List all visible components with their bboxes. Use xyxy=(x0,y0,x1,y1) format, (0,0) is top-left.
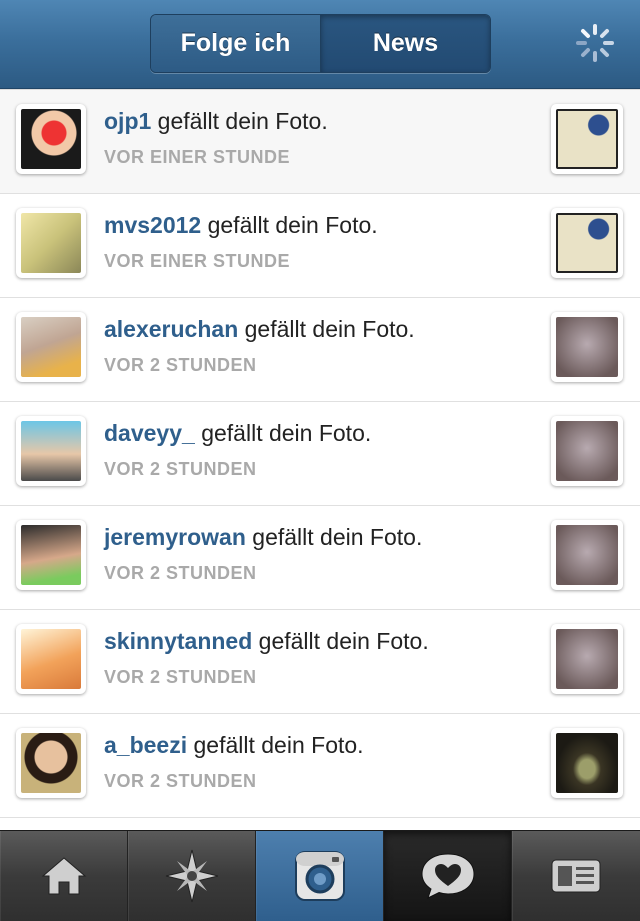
avatar[interactable] xyxy=(16,104,86,174)
avatar[interactable] xyxy=(16,208,86,278)
liked-photo-thumbnail[interactable] xyxy=(551,416,623,486)
activity-text: gefällt dein Foto. xyxy=(157,108,328,134)
avatar[interactable] xyxy=(16,416,86,486)
activity-text: gefällt dein Foto. xyxy=(258,628,429,654)
tab-bar xyxy=(0,830,640,921)
feed-segmented-control: Folge ich News xyxy=(150,14,491,73)
news-activity-list[interactable]: ojp1 gefällt dein Foto. VOR EINER STUNDE… xyxy=(0,89,640,831)
timestamp: VOR 2 STUNDEN xyxy=(104,771,257,791)
profile-icon xyxy=(551,859,601,893)
avatar[interactable] xyxy=(16,312,86,382)
liked-photo-thumbnail[interactable] xyxy=(551,728,623,798)
avatar[interactable] xyxy=(16,520,86,590)
timestamp: VOR 2 STUNDEN xyxy=(104,667,257,687)
username-link[interactable]: ojp1 xyxy=(104,108,151,134)
list-item[interactable]: skinnytanned gefällt dein Foto. VOR 2 ST… xyxy=(0,610,640,714)
timestamp: VOR EINER STUNDE xyxy=(104,251,291,271)
activity-text: gefällt dein Foto. xyxy=(193,732,364,758)
camera-icon xyxy=(294,851,345,901)
list-item[interactable]: daveyy_ gefällt dein Foto. VOR 2 STUNDEN xyxy=(0,402,640,506)
avatar[interactable] xyxy=(16,728,86,798)
segment-news[interactable]: News xyxy=(321,15,490,72)
username-link[interactable]: daveyy_ xyxy=(104,420,195,446)
list-item[interactable]: mvs2012 gefällt dein Foto. VOR EINER STU… xyxy=(0,194,640,298)
activity-text: gefällt dein Foto. xyxy=(252,524,423,550)
list-item[interactable]: jeremyrowan gefällt dein Foto. VOR 2 STU… xyxy=(0,506,640,610)
activity-text: gefällt dein Foto. xyxy=(244,316,415,342)
liked-photo-thumbnail[interactable] xyxy=(551,520,623,590)
tab-news[interactable] xyxy=(384,831,512,921)
activity-text: gefällt dein Foto. xyxy=(207,212,378,238)
timestamp: VOR 2 STUNDEN xyxy=(104,355,257,375)
list-item[interactable]: ojp1 gefällt dein Foto. VOR EINER STUNDE xyxy=(0,90,640,194)
timestamp: VOR EINER STUNDE xyxy=(104,147,291,167)
top-bar: Folge ich News xyxy=(0,0,640,89)
home-icon xyxy=(41,857,86,895)
liked-photo-thumbnail[interactable] xyxy=(551,312,623,382)
news-heart-icon xyxy=(420,853,475,899)
loading-spinner-icon xyxy=(576,24,614,62)
list-item[interactable]: alexeruchan gefällt dein Foto. VOR 2 STU… xyxy=(0,298,640,402)
explore-icon xyxy=(165,849,218,903)
username-link[interactable]: jeremyrowan xyxy=(104,524,246,550)
liked-photo-thumbnail[interactable] xyxy=(551,624,623,694)
liked-photo-thumbnail[interactable] xyxy=(551,104,623,174)
username-link[interactable]: a_beezi xyxy=(104,732,187,758)
timestamp: VOR 2 STUNDEN xyxy=(104,459,257,479)
segment-following[interactable]: Folge ich xyxy=(151,15,321,72)
list-item[interactable]: a_beezi gefällt dein Foto. VOR 2 STUNDEN xyxy=(0,714,640,818)
username-link[interactable]: alexeruchan xyxy=(104,316,238,342)
segment-following-label: Folge ich xyxy=(180,29,291,57)
liked-photo-thumbnail[interactable] xyxy=(551,208,623,278)
tab-profile[interactable] xyxy=(512,831,640,921)
avatar[interactable] xyxy=(16,624,86,694)
timestamp: VOR 2 STUNDEN xyxy=(104,563,257,583)
username-link[interactable]: skinnytanned xyxy=(104,628,252,654)
username-link[interactable]: mvs2012 xyxy=(104,212,201,238)
tab-home[interactable] xyxy=(0,831,128,921)
tab-camera[interactable] xyxy=(256,831,384,921)
activity-text: gefällt dein Foto. xyxy=(201,420,372,446)
segment-news-label: News xyxy=(372,29,439,57)
tab-explore[interactable] xyxy=(128,831,256,921)
